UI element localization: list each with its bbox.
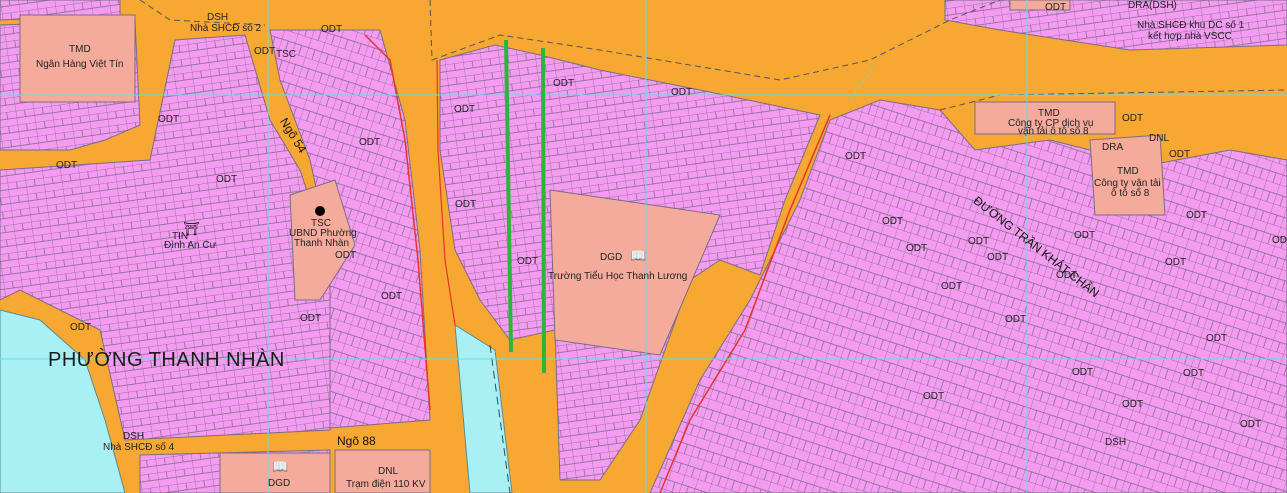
label-odt: ODT <box>216 174 238 185</box>
label-odt: ODT <box>553 78 575 89</box>
road-label-ngo-88: Ngõ 88 <box>337 434 376 448</box>
label-nha-shcd-2: Nhà SHCĐ số 2 <box>190 23 262 34</box>
label-odt: ODT <box>1165 257 1187 268</box>
label-odt: ODT <box>254 46 276 57</box>
label-tram-dien: Trạm điện 110 KV <box>346 479 426 490</box>
label-odt: ODT <box>1183 368 1205 379</box>
label-odt: ODT <box>454 104 476 115</box>
label-dra-dsh: DRA(DSH) <box>1128 0 1177 11</box>
label-ngan-hang: Ngân Hàng Việt Tín <box>36 59 124 70</box>
label-odt: ODT <box>381 291 403 302</box>
label-odt: ODT <box>1072 367 1094 378</box>
label-odt: ODT <box>845 151 867 162</box>
label-nha-shcd-4: Nhà SHCĐ số 4 <box>103 442 175 453</box>
label-odt: ODT <box>1206 333 1228 344</box>
label-odt: ODT <box>1074 230 1096 241</box>
label-dsh-2: DSH <box>207 12 229 23</box>
book-icon-south: 📖 <box>272 459 289 474</box>
label-dnl-east: DNL <box>1149 133 1170 144</box>
label-dnl-tram: DNL <box>378 466 399 477</box>
label-odt: ODT <box>70 322 92 333</box>
highlight-line-2 <box>541 47 546 374</box>
label-tsc-top: TSC <box>276 49 296 60</box>
label-dsh-4: DSH <box>123 431 145 442</box>
label-odt: ODT <box>1122 399 1144 410</box>
label-odt: ODT <box>56 160 78 171</box>
label-tmd-cty-vt: TMD <box>1117 166 1139 177</box>
label-odt: ODT <box>1169 149 1191 160</box>
label-tmd-ngan-hang: TMD <box>69 44 91 55</box>
label-nha-shcd-khu1-1: Nhà SHCĐ khu DC số 1 <box>1137 20 1245 31</box>
label-odt: ODT <box>1240 419 1262 430</box>
label-odt: ODT <box>158 114 180 125</box>
office-dot-icon <box>315 206 325 216</box>
label-odt: ODT <box>923 391 945 402</box>
label-cty-cp-2: vận tải ô tô số 8 <box>1018 126 1089 137</box>
label-odt: ODT <box>882 216 904 227</box>
label-odt: ODT <box>671 87 693 98</box>
label-odt: ODT <box>300 313 322 324</box>
label-odt: ODT <box>1272 235 1287 246</box>
label-odt: ODT <box>1186 210 1208 221</box>
label-dsh-east: DSH <box>1105 437 1127 448</box>
land-use-map[interactable]: PHƯỜNG THANH NHÀN Ngõ 54 Ngõ 88 ĐƯỜNG TR… <box>0 0 1287 493</box>
label-odt: ODT <box>906 243 928 254</box>
label-odt: ODT <box>1056 270 1078 281</box>
label-odt: ODT <box>359 137 381 148</box>
label-dinh-an-cu: Đình An Cư <box>164 240 217 251</box>
label-odt: ODT <box>335 250 357 261</box>
label-nha-shcd-khu1-2: kết hợp nhà VSCC <box>1148 31 1232 42</box>
label-odt: ODT <box>455 199 477 210</box>
label-dgd-truong: DGD <box>600 252 623 263</box>
label-odt: ODT <box>941 281 963 292</box>
label-ubnd-2: Thanh Nhàn <box>294 238 350 249</box>
label-odt: ODT <box>517 256 539 267</box>
label-truong: Trường Tiểu Học Thanh Lương <box>548 271 688 282</box>
ward-label: PHƯỜNG THANH NHÀN <box>48 349 285 371</box>
label-odt: ODT <box>1045 2 1067 13</box>
label-dgd-south: DGD <box>268 478 291 489</box>
label-odt: ODT <box>968 236 990 247</box>
book-icon-truong: 📖 <box>630 248 647 263</box>
label-odt: ODT <box>987 252 1009 263</box>
label-dra: DRA <box>1102 142 1124 153</box>
label-cty-vt-2: ô tô số 8 <box>1111 188 1150 199</box>
label-odt: ODT <box>321 24 343 35</box>
label-odt: ODT <box>1122 113 1144 124</box>
label-odt: ODT <box>1005 314 1027 325</box>
